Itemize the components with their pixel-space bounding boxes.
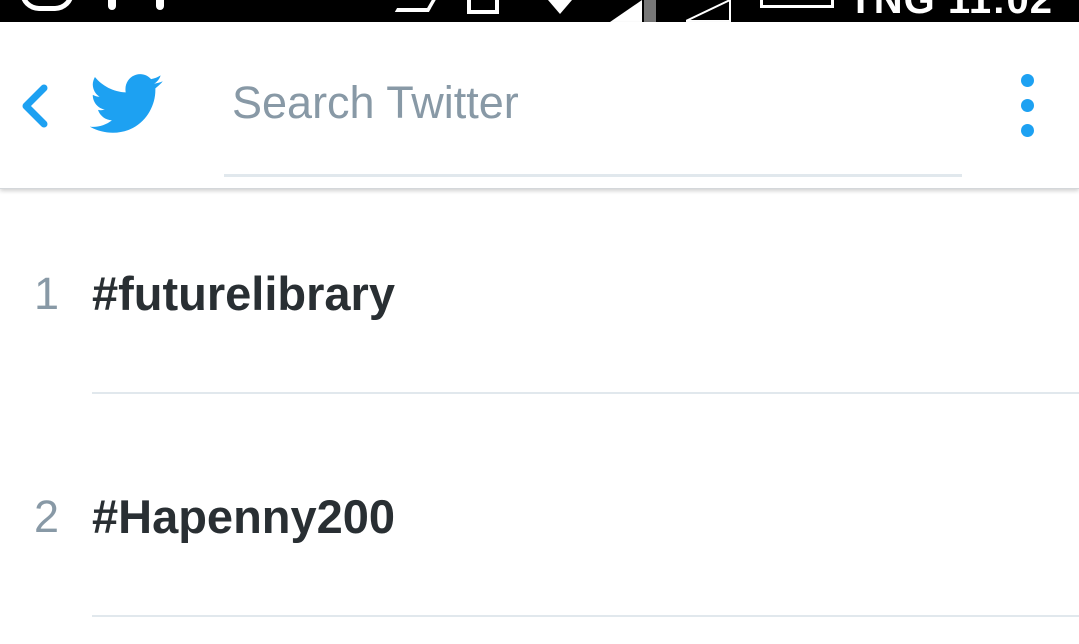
twitter-bird-icon	[89, 74, 163, 133]
signal-icon	[610, 0, 656, 22]
nfc-icon	[394, 0, 440, 12]
notification-icon	[20, 0, 74, 11]
overflow-menu-button[interactable]	[1006, 72, 1050, 142]
search-field	[224, 62, 962, 177]
alarm-icon	[108, 0, 164, 10]
trend-rank: 1	[34, 268, 60, 319]
trends-list: 1 #futurelibrary 2 #Hapenny200	[0, 190, 1079, 644]
status-time: TNG 11:02	[848, 0, 1053, 22]
more-vertical-icon	[1006, 72, 1050, 142]
back-button[interactable]	[14, 82, 58, 130]
chevron-left-icon	[22, 84, 48, 128]
battery-icon	[760, 0, 834, 8]
wifi-icon	[548, 0, 572, 14]
trend-item[interactable]: 1 #futurelibrary	[0, 190, 1079, 413]
vibrate-icon	[467, 0, 499, 14]
status-bar: TNG 11:02	[0, 0, 1079, 22]
trend-item[interactable]: 2 #Hapenny200	[0, 413, 1079, 636]
divider	[92, 615, 1079, 617]
search-toolbar	[0, 22, 1079, 189]
signal-2-icon	[686, 0, 732, 22]
search-input[interactable]	[232, 68, 952, 138]
trend-hashtag[interactable]: #futurelibrary	[92, 266, 395, 321]
trend-rank: 2	[34, 491, 60, 542]
divider	[92, 392, 1079, 394]
twitter-logo	[89, 74, 164, 136]
trend-hashtag[interactable]: #Hapenny200	[92, 489, 395, 544]
